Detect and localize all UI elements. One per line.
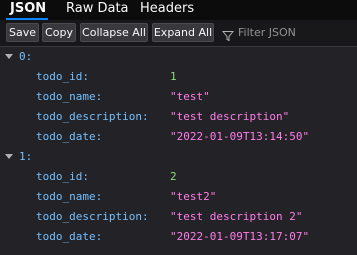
tab-headers[interactable]: Headers xyxy=(140,0,194,20)
tab-raw-data[interactable]: Raw Data xyxy=(66,0,129,20)
tree-row-index-0[interactable]: 0: xyxy=(0,47,357,67)
field-value: "2022-01-09T13:14:50" xyxy=(170,130,310,143)
index-label: 0: xyxy=(19,50,33,63)
tab-bar: JSON Raw Data Headers xyxy=(0,0,357,20)
filter-icon xyxy=(221,27,235,41)
tree-row[interactable]: todo_id: 2 xyxy=(0,167,357,187)
field-key: todo_id: xyxy=(36,170,89,183)
field-value: 2 xyxy=(170,170,177,183)
expand-arrow-icon[interactable] xyxy=(5,54,13,59)
tree-row-index-1[interactable]: 1: xyxy=(0,147,357,167)
field-value: 1 xyxy=(170,70,177,83)
filter-json-input[interactable] xyxy=(238,26,348,39)
field-key: todo_description: xyxy=(36,110,149,123)
field-value: "test description" xyxy=(170,110,290,123)
field-key: todo_id: xyxy=(36,70,89,83)
tree-row[interactable]: todo_date: "2022-01-09T13:14:50" xyxy=(0,127,357,147)
index-label: 1: xyxy=(19,150,33,163)
tree-row[interactable]: todo_date: "2022-01-09T13:17:07" xyxy=(0,227,357,247)
collapse-all-button[interactable]: Collapse All xyxy=(80,23,148,42)
json-toolbar: Save Copy Collapse All Expand All xyxy=(0,20,357,47)
field-key: todo_name: xyxy=(36,190,103,203)
tree-row[interactable]: todo_name: "test2" xyxy=(0,187,357,207)
field-key: todo_date: xyxy=(36,230,103,243)
tree-row[interactable]: todo_description: "test description 2" xyxy=(0,207,357,227)
expand-arrow-icon[interactable] xyxy=(5,154,13,159)
tree-row[interactable]: todo_description: "test description" xyxy=(0,107,357,127)
field-value: "test description 2" xyxy=(170,210,303,223)
tab-json[interactable]: JSON xyxy=(10,0,46,20)
tree-row[interactable]: todo_name: "test" xyxy=(0,87,357,107)
field-key: todo_description: xyxy=(36,210,149,223)
field-value: "2022-01-09T13:17:07" xyxy=(170,230,310,243)
field-value: "test2" xyxy=(170,190,217,203)
field-key: todo_date: xyxy=(36,130,103,143)
field-key: todo_name: xyxy=(36,90,103,103)
tree-row[interactable]: todo_id: 1 xyxy=(0,67,357,87)
expand-all-button[interactable]: Expand All xyxy=(152,23,214,42)
save-button[interactable]: Save xyxy=(6,23,39,42)
field-value: "test" xyxy=(170,90,210,103)
filter-json-box[interactable] xyxy=(221,23,352,42)
copy-button[interactable]: Copy xyxy=(42,23,76,42)
